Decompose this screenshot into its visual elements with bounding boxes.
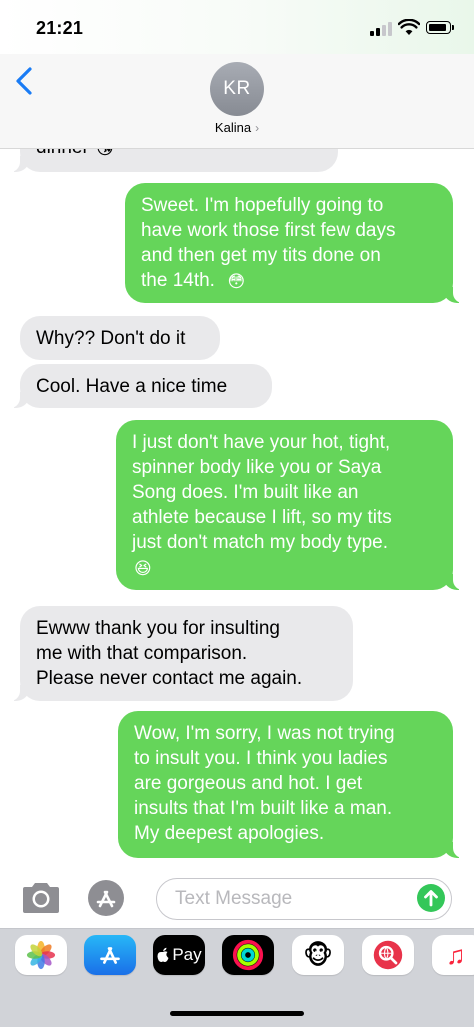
- message-line: Ewww thank you for insulting: [36, 618, 280, 639]
- camera-icon[interactable]: [20, 880, 62, 916]
- kiss-emoji: 😘: [96, 149, 114, 161]
- arrow-up-icon: [424, 890, 438, 907]
- apple-pay-app-button[interactable]: Pay: [153, 935, 205, 975]
- message-bubble-sent[interactable]: Wow, I'm sorry, I was not trying to insu…: [118, 711, 463, 858]
- message-bubble-received[interactable]: dinner 😘: [10, 149, 338, 172]
- app-store-button[interactable]: [88, 880, 124, 916]
- message-bubble-sent[interactable]: I just don't have your hot, tight, spinn…: [116, 420, 463, 590]
- message-line: My deepest apologies.: [134, 823, 325, 844]
- message-bubble-received[interactable]: Why?? Don't do it: [20, 316, 220, 360]
- photos-app-button[interactable]: [15, 935, 67, 975]
- music-icon: ♫: [446, 939, 466, 970]
- message-line: Please never contact me again.: [36, 668, 303, 689]
- app-store-app-button[interactable]: [84, 935, 136, 975]
- message-line: are gorgeous and hot. I get: [134, 773, 363, 794]
- chevron-right-icon: ›: [255, 121, 260, 135]
- music-app-button[interactable]: ♫: [432, 935, 474, 975]
- laughing-emoji: 😆: [134, 559, 152, 578]
- message-line: I just don't have your hot, tight,: [132, 432, 391, 453]
- web-search-app-button[interactable]: [362, 935, 414, 975]
- message-text: Why?? Don't do it: [36, 328, 186, 349]
- message-line: the 14th.: [141, 270, 215, 291]
- message-bubble-received[interactable]: Cool. Have a nice time: [10, 364, 272, 408]
- contact-name: Kalina: [214, 120, 252, 135]
- apple-pay-icon: [157, 947, 169, 962]
- message-list: dinner 😘 Sweet. I'm hopefully going to h…: [0, 149, 474, 869]
- message-text: Cool. Have a nice time: [36, 376, 228, 397]
- animoji-app-button[interactable]: 🐵: [292, 935, 344, 975]
- back-chevron-icon[interactable]: [12, 66, 40, 96]
- message-line: and then get my tits done on: [141, 245, 381, 266]
- app-store-icon: [100, 947, 120, 964]
- send-button[interactable]: [417, 884, 445, 912]
- message-bubble-received[interactable]: Ewww thank you for insulting me with tha…: [10, 606, 353, 701]
- status-bar: 21:21: [0, 0, 474, 54]
- app-store-icon: [96, 890, 116, 908]
- contact-name-row[interactable]: Kalina ›: [0, 120, 474, 135]
- battery-icon: [426, 21, 454, 34]
- message-line: insults that I'm built like a man.: [134, 798, 393, 819]
- message-line: just don't match my body type.: [132, 532, 389, 553]
- status-time: 21:21: [36, 18, 84, 38]
- home-indicator[interactable]: [170, 1011, 304, 1016]
- message-line: spinner body like you or Saya: [132, 457, 382, 478]
- message-line: to insult you. I think you ladies: [134, 748, 388, 769]
- conversation-header: KR Kalina ›: [0, 54, 474, 149]
- message-input-container[interactable]: [156, 878, 452, 920]
- activity-icon: [232, 939, 264, 971]
- compose-bar: [0, 870, 474, 928]
- monkey-emoji: 🐵: [302, 939, 334, 970]
- message-bubble-sent[interactable]: Sweet. I'm hopefully going to have work …: [125, 183, 463, 303]
- photos-icon: [26, 940, 56, 970]
- message-input[interactable]: [173, 885, 407, 913]
- contact-avatar[interactable]: KR: [210, 62, 264, 116]
- activity-app-button[interactable]: [222, 935, 274, 975]
- message-text: dinner: [36, 149, 89, 158]
- message-line: Song does. I'm built like an: [132, 482, 359, 503]
- message-line: Wow, I'm sorry, I was not trying: [134, 723, 395, 744]
- message-line: Sweet. I'm hopefully going to: [141, 195, 384, 216]
- cellular-signal-icon: [370, 22, 392, 36]
- message-line: me with that comparison.: [36, 643, 248, 664]
- message-line: have work those first few days: [141, 220, 396, 241]
- apple-pay-label: Pay: [172, 945, 202, 964]
- flushed-emoji: 😳: [227, 272, 246, 291]
- message-line: athlete because I lift, so my tits: [132, 507, 392, 528]
- wifi-icon: [398, 19, 420, 35]
- web-search-icon: [373, 940, 403, 970]
